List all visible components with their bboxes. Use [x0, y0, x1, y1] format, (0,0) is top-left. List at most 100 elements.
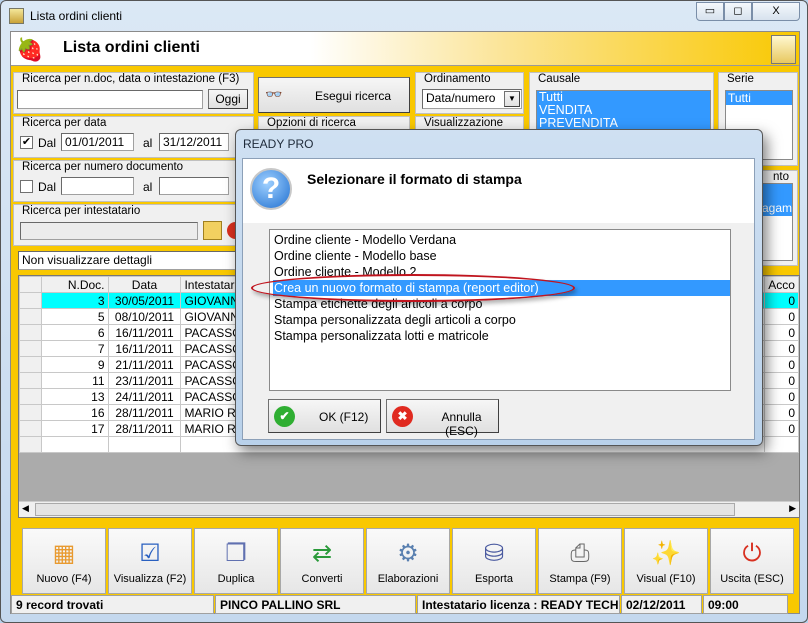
row-indicator[interactable]	[19, 292, 42, 309]
date-to-input[interactable]: 31/12/2011	[159, 133, 229, 151]
cell-ndoc: 6	[40, 324, 109, 341]
grid-check-icon: ☑	[139, 540, 161, 567]
serie-item[interactable]: Tutti	[726, 91, 792, 105]
highlight-ring	[251, 274, 575, 302]
chevron-down-icon[interactable]: ▼	[504, 91, 520, 107]
window-title: Lista ordini clienti	[30, 9, 123, 23]
status-date: 02/12/2011	[621, 595, 702, 614]
scrollbar-thumb[interactable]	[35, 503, 735, 516]
title-bar: Lista ordini clienti ▭ ◻ X	[1, 1, 807, 31]
ok-label: OK (F12)	[319, 410, 369, 424]
run-search-button[interactable]: 👓 Esegui ricerca	[258, 77, 410, 113]
sorting-select[interactable]: Data/numero ▼	[422, 89, 522, 109]
row-indicator[interactable]	[19, 372, 42, 389]
status-license: Intestatario licenza : READY TECH	[417, 595, 620, 614]
cell-date: 23/11/2011	[107, 372, 182, 389]
group-legend: Visualizzazione	[422, 117, 506, 129]
toolbar-button[interactable]: ⚙ Elaborazioni	[366, 528, 450, 594]
check-icon: ✔	[274, 406, 295, 427]
from-label: Dal	[38, 136, 57, 150]
toolbar-button[interactable]: ❐ Duplica	[194, 528, 278, 594]
cell-acco: 0	[764, 292, 799, 309]
toolbar-button-label: Converti	[301, 573, 343, 585]
row-indicator[interactable]	[19, 388, 42, 405]
format-list-item[interactable]: Stampa personalizzata degli articoli a c…	[273, 312, 730, 328]
strawberry-logo-icon: 🍓	[16, 37, 44, 62]
to-label: al	[143, 180, 153, 194]
dialog-body: ? Selezionare il formato di stampa Ordin…	[242, 158, 755, 440]
cell-acco: 0	[764, 340, 799, 357]
format-list[interactable]: Ordine cliente - Modello Verdana Ordine c…	[269, 229, 731, 391]
close-button[interactable]: X	[752, 2, 800, 21]
toolbar-button-label: Visual (F10)	[636, 573, 696, 585]
toolbar-button[interactable]: ⇄ Converti	[280, 528, 364, 594]
date-filter-checkbox[interactable]: ✔	[20, 136, 33, 149]
number-to-input[interactable]	[159, 177, 229, 195]
database-export-icon: ⛁	[483, 540, 505, 567]
number-filter-checkbox[interactable]	[20, 180, 33, 193]
page-title: Lista ordini clienti	[63, 39, 200, 56]
column-header-acco[interactable]: Acco	[764, 276, 799, 293]
toolbar-button[interactable]: ✨ Visual (F10)	[624, 528, 708, 594]
cell-acco: 0	[764, 388, 799, 405]
dialog-title: READY PRO	[243, 137, 314, 151]
toolbar-button[interactable]: ▦ Nuovo (F4)	[22, 528, 106, 594]
cell-acco: 0	[764, 308, 799, 325]
column-header-date[interactable]: Data	[107, 276, 182, 293]
causale-item[interactable]: Tutti VENDITA PREVENDITA	[537, 91, 710, 130]
maximize-button[interactable]: ◻	[724, 2, 752, 21]
search-input[interactable]	[17, 90, 203, 109]
sorting-value: Data/numero	[426, 91, 496, 105]
scroll-left-icon[interactable]: ◀	[22, 503, 29, 514]
group-legend: Ordinamento	[422, 73, 493, 85]
toolbar-button[interactable]: ☑ Visualizza (F2)	[108, 528, 192, 594]
toolbar-button-label: Stampa (F9)	[549, 573, 611, 585]
row-indicator[interactable]	[19, 324, 42, 341]
minimize-button[interactable]: ▭	[696, 2, 724, 21]
format-list-item[interactable]: Ordine cliente - Modello base	[273, 248, 730, 264]
customers-list-icon	[771, 35, 796, 64]
cell-acco: 0	[764, 404, 799, 421]
cell-ndoc: 13	[40, 388, 109, 405]
date-from-input[interactable]: 01/01/2011	[61, 133, 134, 151]
group-legend: Ricerca per n.doc, data o intestazione (…	[20, 73, 242, 85]
folder-icon[interactable]	[203, 221, 222, 240]
status-records: 9 record trovati	[11, 595, 214, 614]
format-list-item[interactable]: Ordine cliente - Modello Verdana	[273, 232, 730, 248]
today-button[interactable]: Oggi	[208, 89, 248, 109]
dialog-heading: Selezionare il formato di stampa	[307, 171, 522, 187]
search-number-group: Ricerca per numero documento Dal al	[13, 160, 254, 202]
search-holder-group: Ricerca per intestatario	[13, 204, 254, 246]
app-icon	[9, 8, 24, 24]
toolbar-button[interactable]: ⏻ Uscita (ESC)	[710, 528, 794, 594]
cancel-button[interactable]: ✖ Annulla (ESC)	[386, 399, 499, 438]
row-indicator[interactable]	[19, 340, 42, 357]
number-from-input[interactable]	[61, 177, 134, 195]
row-indicator[interactable]	[19, 404, 42, 421]
column-header-ndoc[interactable]: N.Doc.	[40, 276, 109, 293]
toolbar-button-label: Visualizza (F2)	[113, 573, 187, 585]
cell-date: 28/11/2011	[107, 420, 182, 437]
cell-date: 16/11/2011	[107, 340, 182, 357]
row-indicator[interactable]	[19, 308, 42, 325]
from-label: Dal	[38, 180, 57, 194]
cell-ndoc: 3	[40, 292, 109, 309]
cell-acco: 0	[764, 420, 799, 437]
ok-button[interactable]: ✔ OK (F12)	[268, 399, 381, 433]
format-list-item[interactable]: Stampa personalizzata lotti e matricole	[273, 328, 730, 344]
grid-add-icon: ▦	[52, 540, 76, 567]
group-legend: Ricerca per numero documento	[20, 161, 186, 173]
search-ndoc-group: Ricerca per n.doc, data o intestazione (…	[13, 72, 254, 114]
row-indicator[interactable]	[19, 356, 42, 373]
run-search-label: Esegui ricerca	[315, 89, 392, 103]
toolbar-button[interactable]: ⛁ Esporta	[452, 528, 536, 594]
cell-acco: 0	[764, 324, 799, 341]
row-indicator[interactable]	[19, 420, 42, 437]
status-company: PINCO PALLINO SRL	[215, 595, 416, 614]
toolbar-button[interactable]: ⎙ Stampa (F9)	[538, 528, 622, 594]
cell-ndoc: 16	[40, 404, 109, 421]
print-format-dialog: READY PRO ? Selezionare il formato di st…	[235, 129, 763, 446]
scroll-right-icon[interactable]: ▶	[789, 503, 796, 514]
horizontal-scrollbar[interactable]: ◀ ▶	[19, 501, 799, 517]
holder-input[interactable]	[20, 222, 198, 240]
